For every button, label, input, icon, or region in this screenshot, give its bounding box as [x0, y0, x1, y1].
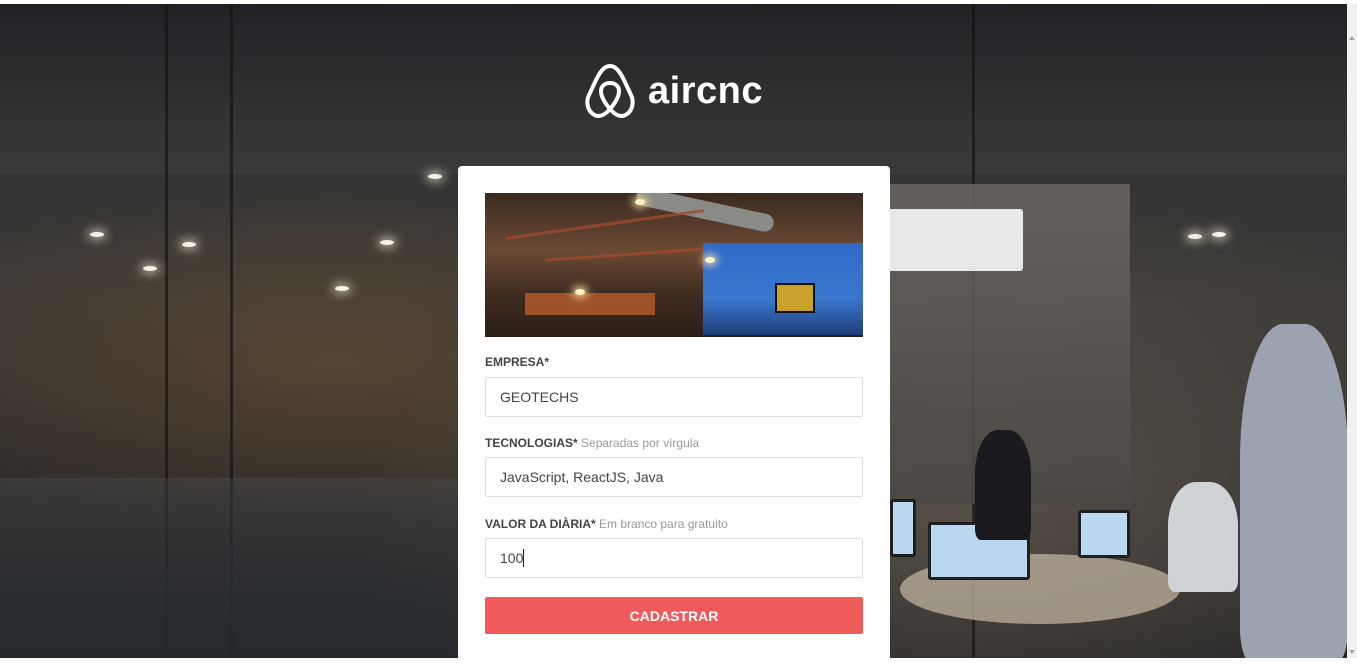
empresa-input[interactable] — [485, 377, 863, 417]
logo-text: aircnc — [648, 70, 763, 112]
tecnologias-hint: Separadas por vírgula — [581, 436, 700, 450]
empresa-label: EMPRESA* — [485, 355, 549, 369]
airbnb-belo-icon — [585, 64, 635, 119]
spot-thumbnail — [485, 193, 863, 337]
cadastrar-button[interactable]: CADASTRAR — [485, 597, 863, 634]
valor-label-text: VALOR DA DIÀRIA* — [485, 517, 596, 531]
valor-label: VALOR DA DIÀRIA* Em branco para gratuito — [485, 517, 728, 531]
empresa-label-text: EMPRESA* — [485, 355, 550, 369]
tecnologias-label-text: TECNOLOGIAS* — [485, 436, 578, 450]
text-caret — [523, 549, 524, 567]
tecnologias-label: TECNOLOGIAS* Separadas por vírgula — [485, 436, 699, 450]
scrollbar[interactable] — [1347, 4, 1357, 658]
valor-hint: Em branco para gratuito — [599, 517, 728, 531]
scroll-down-arrow-icon[interactable] — [1349, 650, 1355, 654]
app-logo: aircnc — [584, 62, 763, 120]
tecnologias-input[interactable] — [485, 457, 863, 497]
valor-input[interactable] — [485, 538, 863, 578]
scroll-up-arrow-icon[interactable] — [1349, 36, 1355, 40]
new-spot-form: EMPRESA* TECNOLOGIAS* Separadas por vírg… — [458, 166, 890, 666]
